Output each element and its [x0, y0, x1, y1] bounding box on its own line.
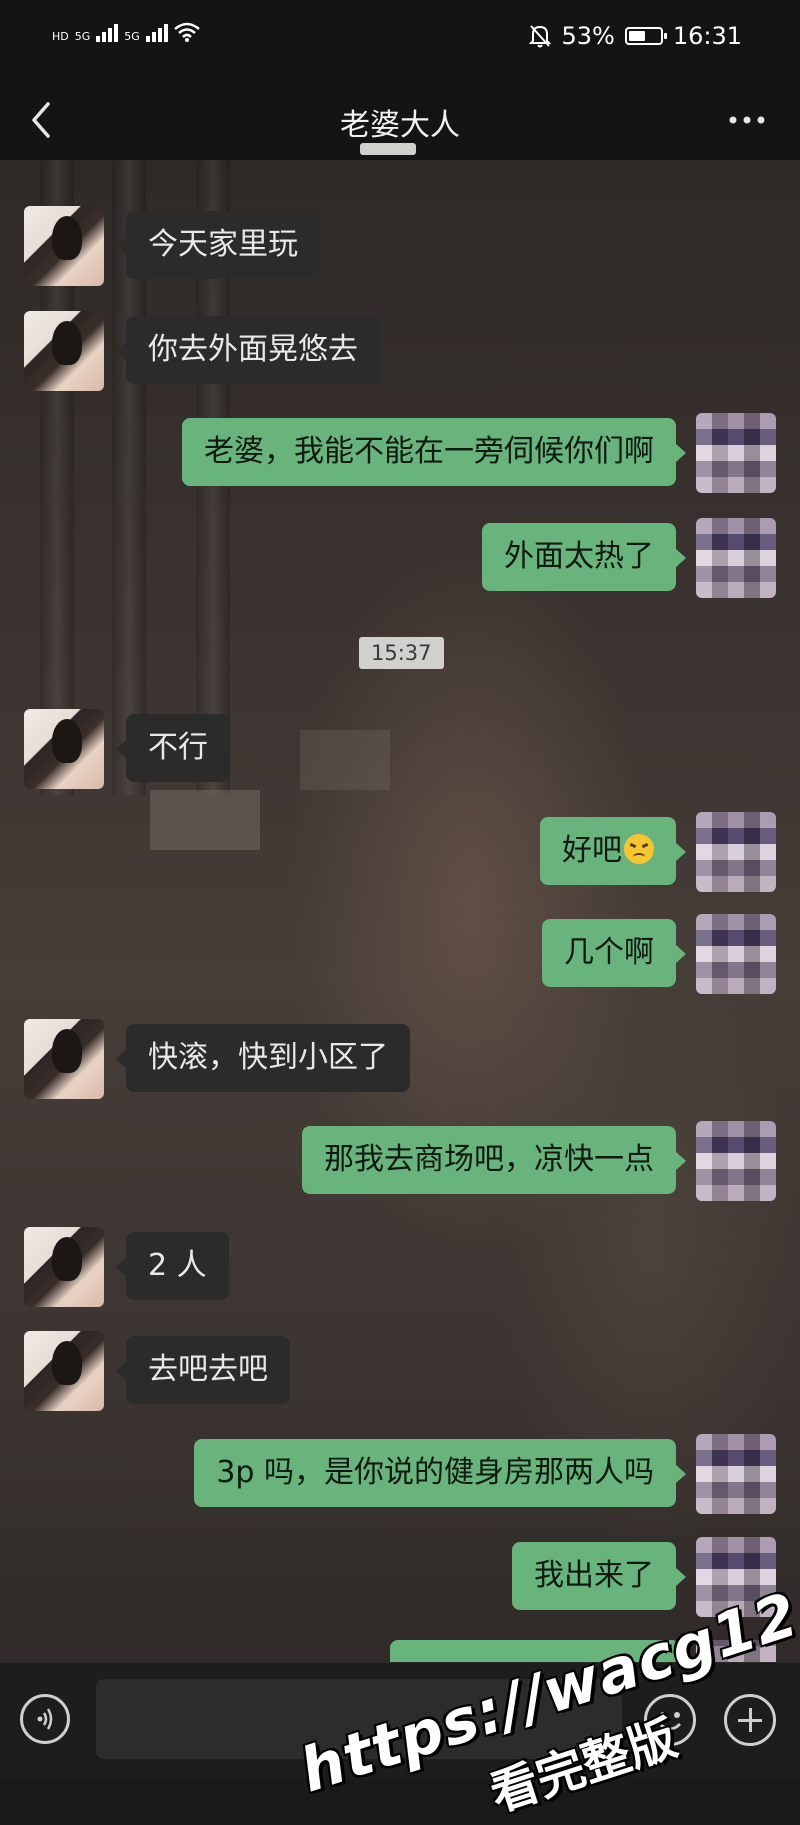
- battery-fill: [628, 31, 645, 41]
- more-dots-icon: [729, 116, 765, 124]
- mute-bell-icon: [529, 25, 552, 48]
- avatar[interactable]: [696, 812, 776, 892]
- voice-icon: [37, 1708, 53, 1730]
- plus-button[interactable]: [724, 1694, 776, 1746]
- battery-percent: 53%: [561, 22, 615, 50]
- message-bubble-sent[interactable]: 几个啊: [542, 919, 686, 987]
- persevering-face-icon: [624, 834, 654, 864]
- avatar[interactable]: [24, 206, 104, 286]
- message-bubble-sent[interactable]: 好吧: [540, 817, 686, 885]
- message-bubble-received[interactable]: 去吧去吧: [116, 1336, 290, 1404]
- message-bubble-received[interactable]: 2 人: [116, 1232, 229, 1300]
- clock: 16:31: [672, 22, 742, 50]
- avatar[interactable]: [24, 1331, 104, 1411]
- message-bubble-sent[interactable]: 3p 吗，是你说的健身房那两人吗: [194, 1439, 686, 1507]
- censor-blur: [150, 790, 260, 850]
- message-bubble-received[interactable]: 不行: [116, 714, 230, 782]
- battery-icon: [624, 27, 667, 45]
- message-bubble-received[interactable]: 你去外面晃悠去: [116, 316, 380, 384]
- message-bubble-sent[interactable]: 外面太热了: [482, 523, 686, 591]
- avatar[interactable]: [24, 1227, 104, 1307]
- avatar[interactable]: [696, 914, 776, 994]
- message-bubble-received[interactable]: 快滚，快到小区了: [116, 1024, 410, 1092]
- avatar[interactable]: [696, 1121, 776, 1201]
- avatar[interactable]: [696, 1434, 776, 1514]
- avatar[interactable]: [24, 709, 104, 789]
- message-text: 好吧: [562, 833, 622, 868]
- signal-icon: [96, 24, 119, 42]
- message-bubble-received[interactable]: 今天家里玩: [116, 211, 320, 279]
- hd-tag: HD: [52, 30, 69, 43]
- more-button[interactable]: [722, 98, 772, 142]
- chat-title: 老婆大人: [340, 108, 460, 143]
- time-stamp: 15:37: [359, 637, 444, 669]
- time-stamp-partial: [360, 143, 416, 155]
- network-tag: 5G: [124, 30, 140, 43]
- signal-icon: [145, 24, 168, 42]
- message-bubble-sent[interactable]: 我出来了: [512, 1542, 686, 1610]
- message-bubble-sent[interactable]: 老婆，我能不能在一旁伺候你们啊: [182, 418, 686, 486]
- avatar[interactable]: [696, 518, 776, 598]
- message-bubble-sent[interactable]: 那我去商场吧，凉快一点: [302, 1126, 686, 1194]
- signal-indicators: HD 5G 5G: [52, 22, 200, 42]
- status-bar: HD 5G 5G 53% 16:31: [0, 0, 800, 80]
- avatar[interactable]: [24, 1019, 104, 1099]
- wifi-icon: [174, 22, 200, 42]
- status-right: 53% 16:31: [529, 22, 742, 50]
- network-tag: 5G: [74, 30, 91, 43]
- censor-blur: [300, 730, 390, 790]
- voice-button[interactable]: [20, 1694, 70, 1744]
- avatar[interactable]: [696, 413, 776, 493]
- avatar[interactable]: [24, 311, 104, 391]
